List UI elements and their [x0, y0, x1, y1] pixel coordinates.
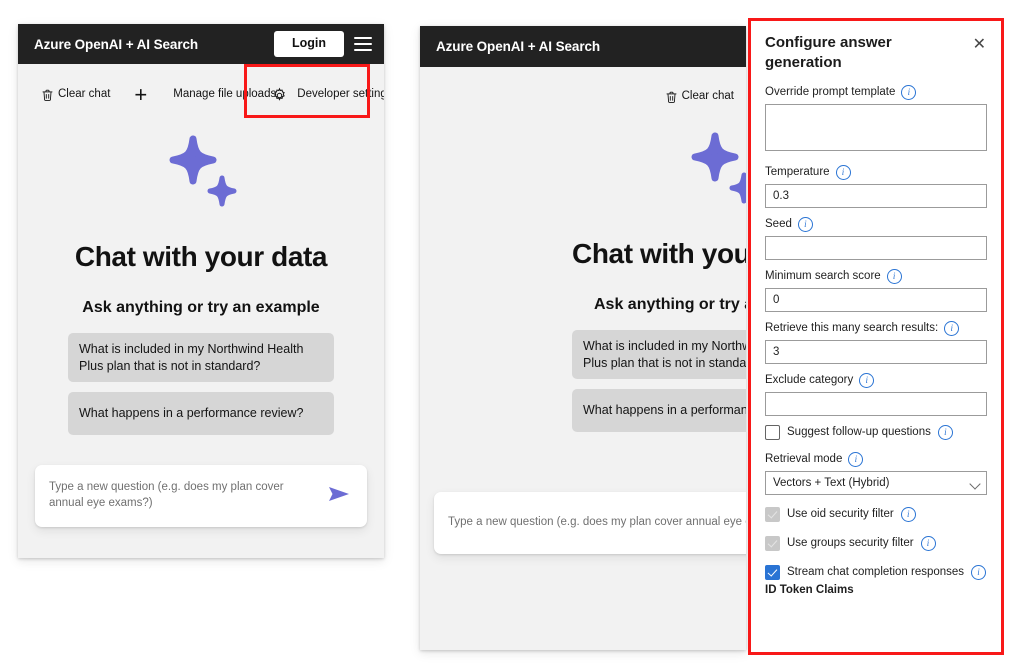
settings-content: Configure answer generation ✕ Override p…: [751, 21, 1001, 652]
question-input-placeholder-middle: Type a new question (e.g. does my plan c…: [448, 516, 746, 529]
sparkles-icon: [158, 134, 244, 225]
input-minimum-search-score[interactable]: [765, 287, 987, 312]
info-icon-suggest-followup[interactable]: i: [937, 424, 953, 440]
page-subtitle: Ask anything or try an example: [82, 299, 320, 316]
question-input-placeholder: Type a new question (e.g. does my plan c…: [49, 481, 284, 509]
example-question-2[interactable]: What happens in a performance review?: [68, 392, 334, 435]
label-temperature: Temperature i: [765, 164, 987, 180]
settings-title: Configure answer generation: [765, 34, 892, 71]
info-icon-use-groups-security-filter[interactable]: i: [920, 535, 936, 551]
send-arrow-icon[interactable]: [327, 483, 353, 510]
header-actions: Login: [273, 31, 372, 57]
input-retrieve-count[interactable]: [765, 339, 987, 364]
field-seed: Seed i: [765, 216, 987, 260]
field-minimum-search-score: Minimum search score i: [765, 268, 987, 312]
gear-icon: [271, 87, 288, 104]
info-icon-temperature[interactable]: i: [835, 164, 851, 180]
command-bar-left: Clear chat + Manage file uploads Develop…: [18, 64, 384, 126]
app-header-middle: Azure OpenAI + AI Search: [420, 26, 746, 67]
info-icon-retrieve-count[interactable]: i: [944, 320, 960, 336]
checkbox-label-suggest-followup: Suggest follow-up questions: [787, 426, 931, 439]
select-retrieval-mode[interactable]: Vectors + Text (Hybrid): [765, 470, 987, 495]
clear-chat-label: Clear chat: [58, 88, 111, 101]
app-title-middle: Azure OpenAI + AI Search: [436, 39, 601, 54]
field-retrieval-mode: Retrieval mode i Vectors + Text (Hybrid): [765, 451, 987, 495]
checkbox-row-use-oid-security-filter: Use oid security filter i: [765, 506, 987, 522]
checkbox-label-use-oid-security-filter: Use oid security filter: [787, 508, 894, 521]
hamburger-menu-icon[interactable]: [354, 37, 372, 51]
label-override-prompt-template: Override prompt template i: [765, 84, 987, 100]
manage-file-uploads-button[interactable]: Manage file uploads: [173, 88, 276, 102]
checkbox-label-stream-chat-completion: Stream chat completion responses: [787, 566, 965, 579]
field-override-prompt-template: Override prompt template i: [765, 84, 987, 156]
developer-settings-label: Developer settings: [297, 88, 384, 101]
clear-chat-button-middle[interactable]: Clear chat: [664, 90, 734, 105]
label-text-temperature: Temperature: [765, 166, 830, 179]
input-seed[interactable]: [765, 235, 987, 260]
label-seed: Seed i: [765, 216, 987, 232]
app-window-middle: Azure OpenAI + AI Search Clear chat Chat…: [420, 26, 746, 650]
clear-chat-button[interactable]: Clear chat: [40, 88, 110, 103]
label-exclude-category: Exclude category i: [765, 372, 987, 388]
example-question-2-middle[interactable]: What happens in a performance review?: [572, 389, 746, 432]
input-temperature[interactable]: [765, 183, 987, 208]
field-temperature: Temperature i: [765, 164, 987, 208]
checkbox-row-suggest-followup[interactable]: Suggest follow-up questions i: [765, 424, 987, 440]
clear-chat-label-middle: Clear chat: [681, 90, 734, 103]
checkbox-suggest-followup[interactable]: [765, 424, 780, 440]
chat-empty-state-left: Chat with your data Ask anything or try …: [18, 126, 384, 527]
checkbox-row-stream-chat-completion[interactable]: Stream chat completion responses i: [765, 564, 987, 580]
chat-empty-state-middle: Chat with your data Ask anything or try …: [420, 127, 746, 432]
info-icon-use-oid-security-filter[interactable]: i: [900, 506, 916, 522]
label-text-seed: Seed: [765, 218, 792, 231]
field-retrieve-count: Retrieve this many search results: i: [765, 320, 987, 364]
checkbox-stream-chat-completion[interactable]: [765, 564, 780, 580]
info-icon-seed[interactable]: i: [797, 216, 813, 232]
example-question-1-middle[interactable]: What is included in my Northwind Health …: [572, 330, 746, 379]
checkbox-row-use-groups-security-filter: Use groups security filter i: [765, 535, 987, 551]
info-icon-override-prompt-template[interactable]: i: [901, 84, 917, 100]
id-token-claims-title: ID Token Claims: [765, 583, 854, 596]
label-text-retrieve-count: Retrieve this many search results:: [765, 322, 939, 335]
info-icon-exclude-category[interactable]: i: [859, 372, 875, 388]
label-text-override-prompt-template: Override prompt template: [765, 86, 896, 99]
developer-settings-flyout: Configure answer generation ✕ Override p…: [748, 18, 1004, 655]
label-text-exclude-category: Exclude category: [765, 374, 854, 387]
manage-file-uploads-label: Manage file uploads: [173, 88, 277, 101]
app-title: Azure OpenAI + AI Search: [34, 36, 199, 52]
label-text-minimum-search-score: Minimum search score: [765, 270, 881, 283]
field-exclude-category: Exclude category i: [765, 372, 987, 416]
trash-icon-middle: [664, 90, 679, 105]
login-button[interactable]: Login: [273, 31, 344, 57]
question-input-box[interactable]: Type a new question (e.g. does my plan c…: [35, 465, 367, 527]
app-header-left: Azure OpenAI + AI Search Login: [18, 24, 384, 64]
label-minimum-search-score: Minimum search score i: [765, 268, 987, 284]
close-icon[interactable]: ✕: [972, 35, 987, 55]
plus-icon[interactable]: +: [134, 84, 147, 106]
label-retrieve-count: Retrieve this many search results: i: [765, 320, 987, 336]
command-bar-middle: Clear chat: [420, 67, 746, 127]
info-icon-stream-chat-completion[interactable]: i: [971, 564, 987, 580]
trash-icon: [40, 88, 55, 103]
developer-settings-button[interactable]: Developer settings: [271, 87, 384, 104]
checkbox-label-use-groups-security-filter: Use groups security filter: [787, 537, 914, 550]
page-subtitle-middle: Ask anything or try an example: [594, 296, 746, 313]
app-window-left: Azure OpenAI + AI Search Login Clear cha…: [18, 24, 384, 558]
label-text-retrieval-mode: Retrieval mode: [765, 453, 843, 466]
select-wrap-retrieval-mode[interactable]: Vectors + Text (Hybrid): [765, 470, 987, 495]
input-exclude-category[interactable]: [765, 391, 987, 416]
settings-header: Configure answer generation ✕: [765, 33, 987, 73]
question-input-box-middle[interactable]: Type a new question (e.g. does my plan c…: [434, 492, 746, 554]
page-title: Chat with your data: [74, 241, 328, 272]
info-icon-minimum-search-score[interactable]: i: [886, 268, 902, 284]
label-retrieval-mode: Retrieval mode i: [765, 451, 987, 467]
page-title-middle: Chat with your data: [572, 238, 746, 269]
checkbox-use-oid-security-filter: [765, 506, 780, 522]
info-icon-retrieval-mode[interactable]: i: [848, 451, 864, 467]
input-override-prompt-template[interactable]: [765, 103, 987, 151]
sparkles-icon-middle: [680, 131, 746, 222]
checkbox-use-groups-security-filter: [765, 535, 780, 551]
example-question-1[interactable]: What is included in my Northwind Health …: [68, 333, 334, 382]
